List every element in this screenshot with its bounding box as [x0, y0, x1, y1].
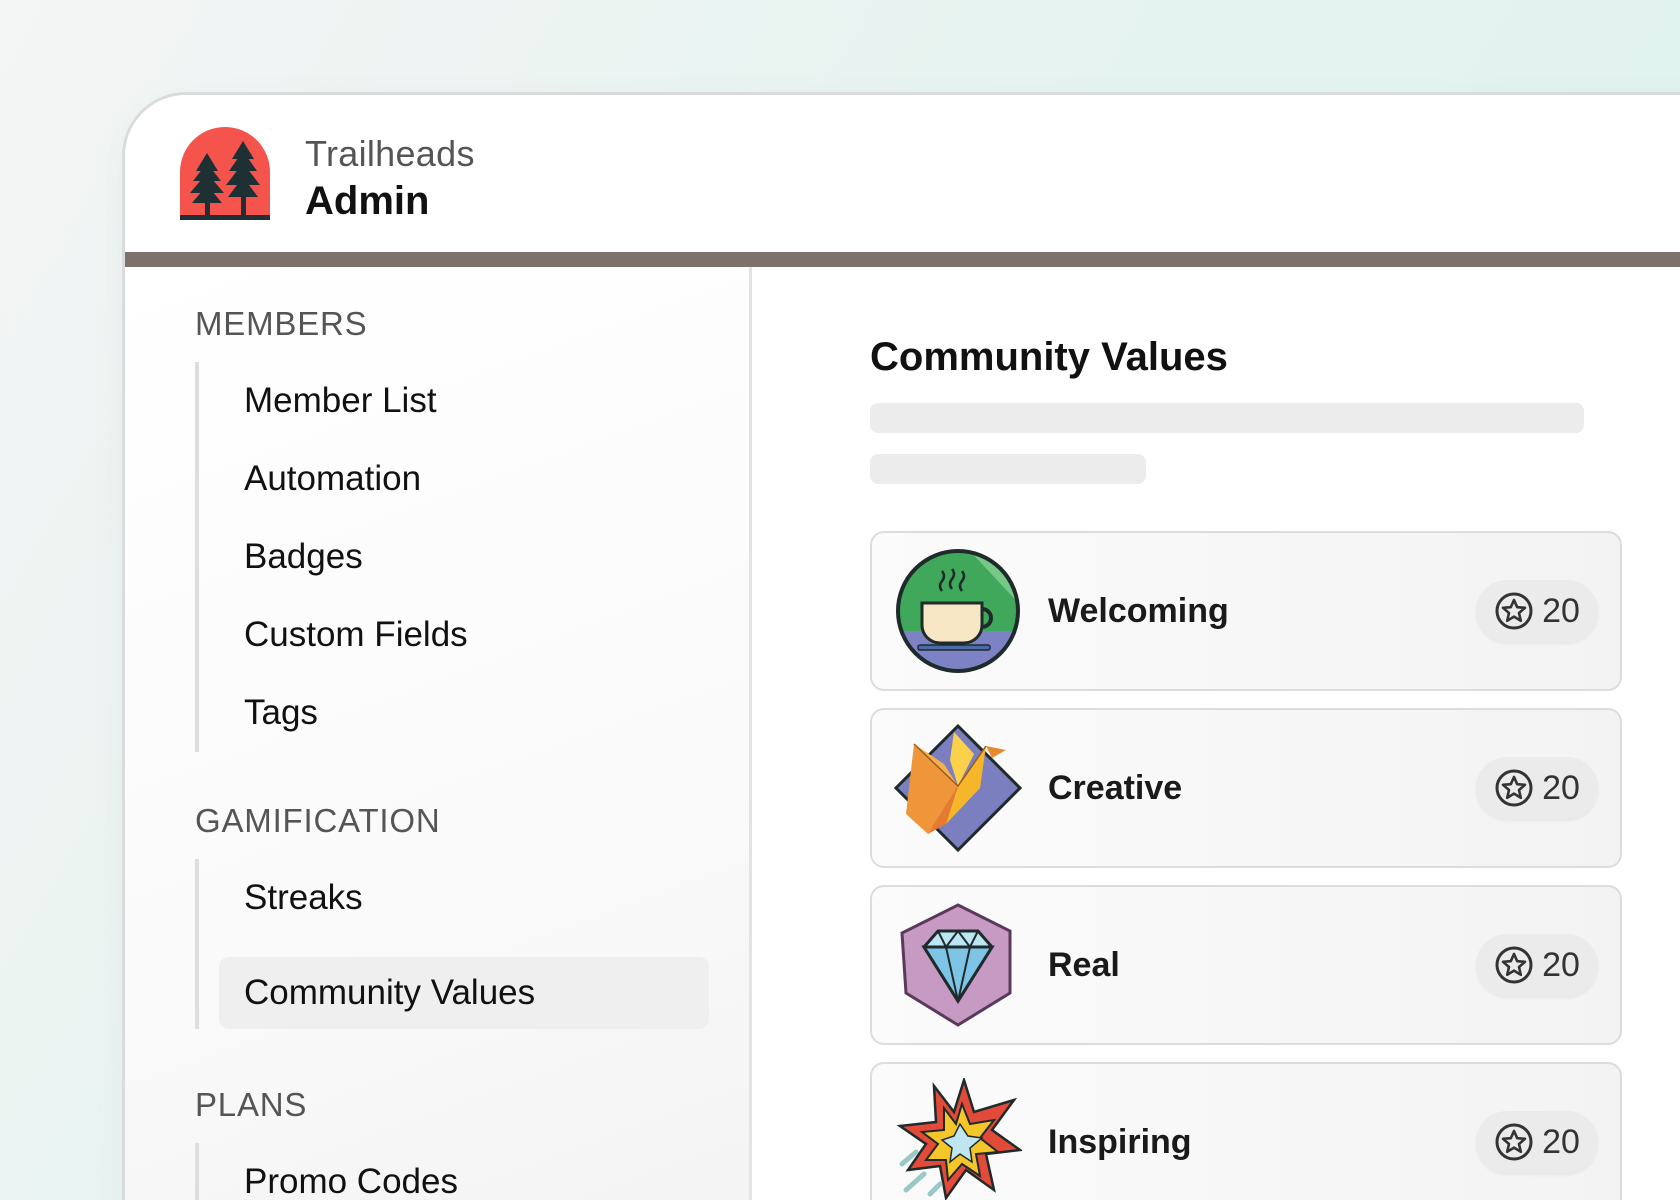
sidebar-item-custom-fields[interactable]: Custom Fields: [199, 596, 705, 674]
points-value: 20: [1542, 945, 1580, 984]
value-card-welcoming[interactable]: Welcoming 20: [870, 531, 1622, 691]
star-circle-icon: [1495, 592, 1533, 630]
section-title-plans: PLANS: [195, 1086, 308, 1123]
header-divider: [125, 252, 1680, 267]
section-title-members: MEMBERS: [195, 305, 368, 342]
value-name: Welcoming: [1048, 591, 1229, 630]
value-card-real[interactable]: Real 20: [870, 885, 1622, 1045]
origami-crane-badge-icon: [894, 724, 1022, 852]
section-title-gamification: GAMIFICATION: [195, 802, 441, 839]
starburst-badge-icon: [896, 1078, 1022, 1200]
sidebar-item-automation[interactable]: Automation: [199, 440, 705, 518]
app-header: Trailheads Admin: [125, 95, 1680, 252]
org-name: Trailheads: [305, 133, 475, 174]
main-content: Community Values Welcoming 20 Creative 2…: [755, 267, 1680, 1200]
page-title: Community Values: [870, 335, 1228, 379]
star-circle-icon: [1495, 1123, 1533, 1161]
points-value: 20: [1542, 768, 1580, 807]
sidebar-item-community-values[interactable]: Community Values: [219, 957, 709, 1029]
description-placeholder-line: [870, 403, 1584, 433]
value-card-inspiring[interactable]: Inspiring 20: [870, 1062, 1622, 1200]
members-group: Member List Automation Badges Custom Fie…: [195, 362, 705, 752]
coffee-cup-badge-icon: [896, 549, 1020, 673]
sidebar-item-streaks[interactable]: Streaks: [199, 859, 705, 937]
sidebar-item-member-list[interactable]: Member List: [199, 362, 705, 440]
star-circle-icon: [1495, 946, 1533, 984]
points-value: 20: [1542, 1122, 1580, 1161]
admin-window: Trailheads Admin MEMBERS Member List Aut…: [122, 92, 1680, 1200]
value-name: Real: [1048, 945, 1120, 984]
sidebar-item-badges[interactable]: Badges: [199, 518, 705, 596]
app-title: Admin: [305, 179, 430, 223]
description-placeholder-line: [870, 454, 1146, 484]
points-pill[interactable]: 20: [1476, 1111, 1598, 1173]
value-name: Creative: [1048, 768, 1183, 807]
points-pill[interactable]: 20: [1476, 757, 1598, 819]
plans-group: Promo Codes: [195, 1143, 705, 1200]
star-circle-icon: [1495, 769, 1533, 807]
points-value: 20: [1542, 591, 1580, 630]
points-pill[interactable]: 20: [1476, 580, 1598, 642]
diamond-badge-icon: [900, 903, 1012, 1027]
value-card-creative[interactable]: Creative 20: [870, 708, 1622, 868]
trees-logo-icon: [180, 127, 270, 220]
sidebar-item-tags[interactable]: Tags: [199, 674, 705, 752]
sidebar: MEMBERS Member List Automation Badges Cu…: [125, 267, 752, 1200]
points-pill[interactable]: 20: [1476, 934, 1598, 996]
value-name: Inspiring: [1048, 1122, 1192, 1161]
gamification-group: Streaks Community Values: [195, 859, 709, 1029]
sidebar-item-promo-codes[interactable]: Promo Codes: [199, 1143, 705, 1200]
